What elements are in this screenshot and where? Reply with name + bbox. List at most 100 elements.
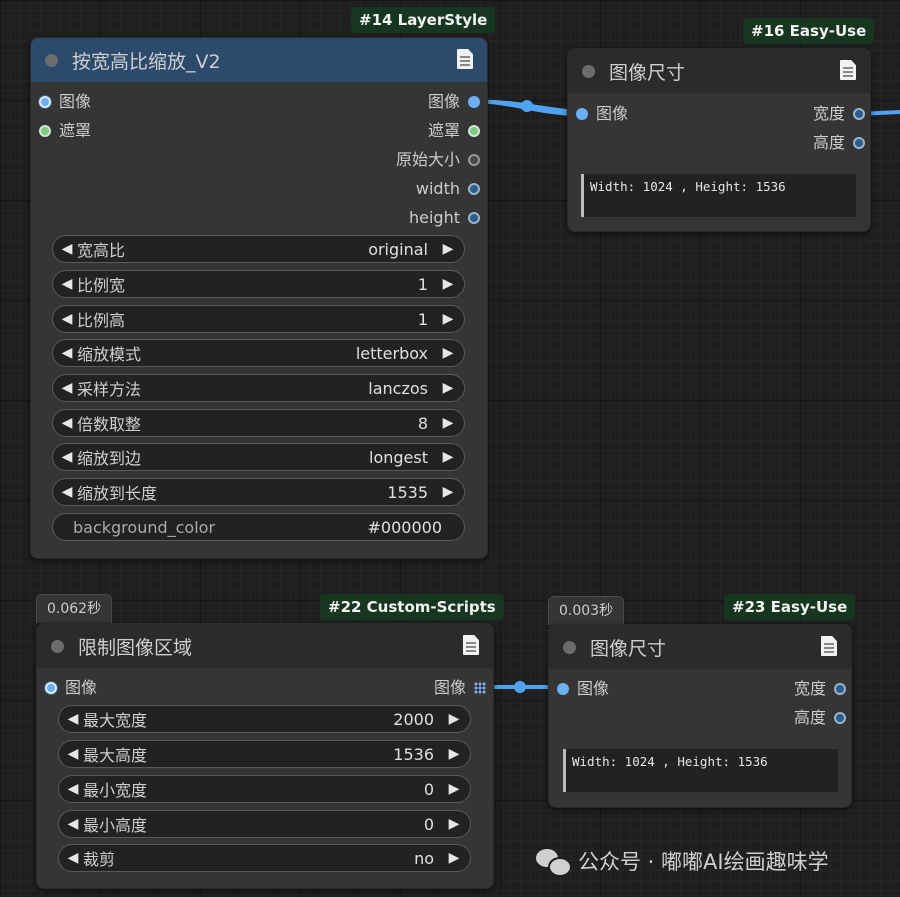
widget-value[interactable]: 1	[418, 275, 428, 294]
node-scale-by-aspect[interactable]: 按宽高比缩放_V2 图像 遮罩 图像 遮罩 原始大小 width height …	[30, 37, 488, 559]
mask-output-dot-icon[interactable]	[468, 125, 480, 137]
decrement-arrow-icon[interactable]: ◀	[63, 850, 83, 866]
widget-proportion-width[interactable]: ◀ 比例宽 1 ▶	[52, 270, 465, 298]
increment-arrow-icon[interactable]: ▶	[438, 449, 458, 465]
increment-arrow-icon[interactable]: ▶	[444, 711, 464, 727]
decrement-arrow-icon[interactable]: ◀	[57, 276, 77, 292]
int-output-dot-icon[interactable]	[468, 212, 480, 224]
increment-arrow-icon[interactable]: ▶	[444, 816, 464, 832]
collapse-dot-icon[interactable]	[582, 64, 595, 78]
widget-value[interactable]: 1	[418, 310, 428, 329]
increment-arrow-icon[interactable]: ▶	[438, 380, 458, 396]
widget-value[interactable]: longest	[369, 448, 428, 467]
widget-value[interactable]: #000000	[368, 518, 464, 537]
node-title-bar[interactable]: 限制图像区域	[37, 624, 493, 668]
widget-aspect-ratio[interactable]: ◀ 宽高比 original ▶	[52, 235, 465, 263]
widget-min-width[interactable]: ◀ 最小宽度 0 ▶	[58, 775, 471, 803]
decrement-arrow-icon[interactable]: ◀	[57, 449, 77, 465]
image-input-dot-icon[interactable]	[557, 683, 569, 695]
widget-value[interactable]: 2000	[393, 710, 434, 729]
widget-value[interactable]: 1535	[387, 483, 428, 502]
decrement-arrow-icon[interactable]: ◀	[57, 241, 77, 257]
decrement-arrow-icon[interactable]: ◀	[63, 746, 83, 762]
widget-sampling-method[interactable]: ◀ 采样方法 lanczos ▶	[52, 374, 465, 402]
widget-value[interactable]: 0	[424, 815, 434, 834]
collapse-dot-icon[interactable]	[563, 640, 576, 654]
widget-value[interactable]: 8	[418, 414, 428, 433]
input-slot-image[interactable]: 图像	[557, 676, 609, 702]
output-slot-height[interactable]: 高度	[794, 705, 846, 731]
increment-arrow-icon[interactable]: ▶	[438, 276, 458, 292]
input-slot-image[interactable]: 图像	[576, 101, 628, 127]
output-slot-width[interactable]: width	[416, 176, 480, 202]
input-slot-mask[interactable]: 遮罩	[39, 118, 91, 144]
collapse-dot-icon[interactable]	[45, 53, 58, 67]
output-slot-height[interactable]: height	[409, 205, 480, 231]
decrement-arrow-icon[interactable]: ◀	[63, 816, 83, 832]
image-input-dot-icon[interactable]	[39, 96, 51, 108]
input-slot-image[interactable]: 图像	[39, 89, 91, 115]
input-slot-image[interactable]: 图像	[45, 675, 97, 701]
widget-value[interactable]: letterbox	[356, 344, 428, 363]
decrement-arrow-icon[interactable]: ◀	[57, 380, 77, 396]
document-icon[interactable]	[840, 60, 856, 80]
image-input-dot-icon[interactable]	[576, 108, 588, 120]
mask-input-dot-icon[interactable]	[39, 125, 51, 137]
box-output-dot-icon[interactable]	[468, 154, 480, 166]
increment-arrow-icon[interactable]: ▶	[444, 746, 464, 762]
node-image-size-16[interactable]: 图像尺寸 图像 宽度 高度 Width: 1024 , Height: 1536	[567, 48, 871, 232]
image-output-dot-icon[interactable]	[468, 96, 480, 108]
widget-value[interactable]: no	[414, 849, 434, 868]
node-title-bar[interactable]: 图像尺寸	[568, 49, 870, 93]
increment-arrow-icon[interactable]: ▶	[438, 345, 458, 361]
image-input-dot-icon[interactable]	[45, 682, 57, 694]
int-output-dot-icon[interactable]	[834, 712, 846, 724]
widget-round-to-multiple[interactable]: ◀ 倍数取整 8 ▶	[52, 409, 465, 437]
decrement-arrow-icon[interactable]: ◀	[57, 484, 77, 500]
output-slot-width[interactable]: 宽度	[813, 101, 865, 127]
int-output-dot-icon[interactable]	[853, 108, 865, 120]
grid-list-icon[interactable]	[474, 682, 486, 694]
output-slot-width[interactable]: 宽度	[794, 676, 846, 702]
node-image-size-23[interactable]: 图像尺寸 图像 宽度 高度 Width: 1024 , Height: 1536	[548, 624, 852, 808]
widget-value[interactable]: 1536	[393, 745, 434, 764]
widget-background-color[interactable]: background_color #000000	[52, 513, 465, 541]
widget-proportion-height[interactable]: ◀ 比例高 1 ▶	[52, 305, 465, 333]
document-icon[interactable]	[463, 635, 479, 655]
widget-crop[interactable]: ◀ 裁剪 no ▶	[58, 844, 471, 872]
document-icon[interactable]	[821, 636, 837, 656]
widget-min-height[interactable]: ◀ 最小高度 0 ▶	[58, 810, 471, 838]
output-slot-original-size[interactable]: 原始大小	[396, 147, 480, 173]
node-title-bar[interactable]: 图像尺寸	[549, 625, 851, 669]
size-output-text[interactable]: Width: 1024 , Height: 1536	[581, 174, 856, 217]
widget-max-width[interactable]: ◀ 最大宽度 2000 ▶	[58, 705, 471, 733]
widget-max-height[interactable]: ◀ 最大高度 1536 ▶	[58, 740, 471, 768]
collapse-dot-icon[interactable]	[51, 639, 64, 653]
widget-scale-to-length[interactable]: ◀ 缩放到长度 1535 ▶	[52, 478, 465, 506]
output-slot-mask[interactable]: 遮罩	[428, 118, 480, 144]
int-output-dot-icon[interactable]	[834, 683, 846, 695]
decrement-arrow-icon[interactable]: ◀	[57, 345, 77, 361]
output-slot-height[interactable]: 高度	[813, 130, 865, 156]
decrement-arrow-icon[interactable]: ◀	[63, 711, 83, 727]
decrement-arrow-icon[interactable]: ◀	[63, 781, 83, 797]
int-output-dot-icon[interactable]	[468, 183, 480, 195]
increment-arrow-icon[interactable]: ▶	[438, 311, 458, 327]
output-slot-image[interactable]: 图像	[428, 89, 480, 115]
node-title-bar[interactable]: 按宽高比缩放_V2	[31, 38, 487, 82]
increment-arrow-icon[interactable]: ▶	[444, 781, 464, 797]
output-slot-image-list[interactable]: 图像	[434, 675, 486, 701]
increment-arrow-icon[interactable]: ▶	[444, 850, 464, 866]
widget-scale-to-side[interactable]: ◀ 缩放到边 longest ▶	[52, 443, 465, 471]
document-icon[interactable]	[457, 49, 473, 69]
decrement-arrow-icon[interactable]: ◀	[57, 311, 77, 327]
node-limit-image-area[interactable]: 限制图像区域 图像 图像 ◀ 最大宽度 2000 ▶ ◀ 最大高度 1536 ▶ ◀ 最小宽度…	[36, 623, 494, 889]
decrement-arrow-icon[interactable]: ◀	[57, 415, 77, 431]
int-output-dot-icon[interactable]	[853, 137, 865, 149]
size-output-text[interactable]: Width: 1024 , Height: 1536	[563, 749, 838, 792]
increment-arrow-icon[interactable]: ▶	[438, 415, 458, 431]
widget-value[interactable]: lanczos	[368, 379, 428, 398]
widget-scale-mode[interactable]: ◀ 缩放模式 letterbox ▶	[52, 339, 465, 367]
widget-value[interactable]: original	[368, 240, 428, 259]
widget-value[interactable]: 0	[424, 780, 434, 799]
